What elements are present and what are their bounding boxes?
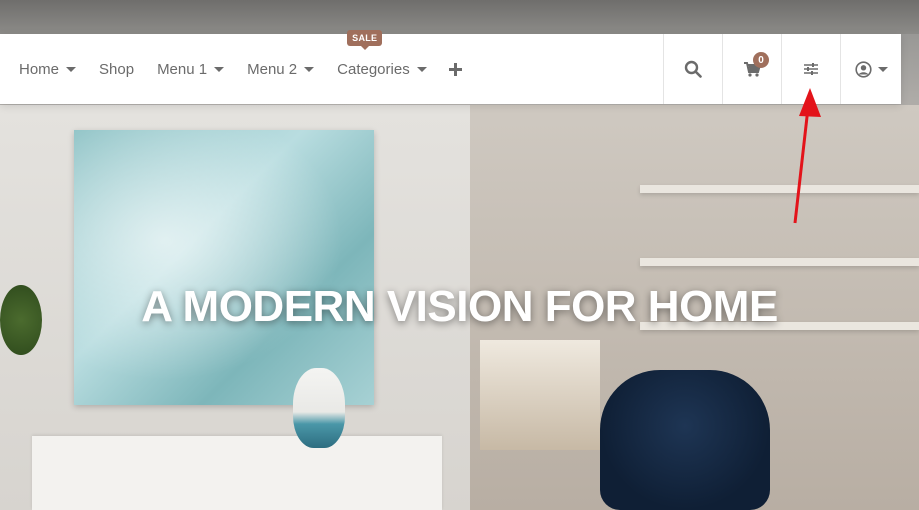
nav-item-label: Categories	[337, 60, 410, 78]
nav-item-label: Shop	[99, 60, 135, 78]
nav-item-label: Home	[19, 60, 60, 78]
cart-button[interactable]: 0	[722, 34, 781, 104]
vase	[293, 368, 345, 448]
bed	[480, 340, 600, 450]
nav-menu: Home Shop Menu 1 Menu 2 SALE Categories	[0, 30, 485, 104]
sale-badge: SALE	[347, 30, 383, 50]
chevron-down-icon	[877, 66, 888, 72]
shelf	[640, 185, 919, 193]
nav-item-label: Menu 2	[247, 60, 298, 78]
console-table	[32, 436, 442, 510]
nav-item-categories[interactable]: SALE Categories	[337, 30, 427, 104]
chevron-down-icon	[214, 66, 225, 72]
chevron-down-icon	[304, 66, 315, 72]
nav-item-menu-2[interactable]: Menu 2	[247, 34, 315, 104]
search-button[interactable]	[663, 34, 722, 104]
filter-settings-button[interactable]	[781, 34, 840, 104]
ceiling	[0, 0, 919, 34]
cart-count-badge: 0	[753, 52, 769, 68]
nav-item-home[interactable]: Home	[19, 34, 77, 104]
chevron-down-icon	[66, 66, 77, 72]
nav-item-label: Menu 1	[157, 60, 208, 78]
armchair	[600, 370, 770, 510]
chevron-down-icon	[416, 66, 427, 72]
abstract-painting	[74, 130, 374, 405]
nav-item-menu-1[interactable]: Menu 1	[157, 34, 225, 104]
user-menu-button[interactable]	[840, 34, 901, 104]
user-circle-icon	[854, 60, 872, 78]
nav-actions: 0	[663, 34, 901, 104]
nav-item-shop[interactable]: Shop	[99, 34, 134, 104]
nav-plus-button[interactable]	[448, 34, 462, 104]
shelf	[640, 258, 919, 266]
hero-title: A MODERN VISION FOR HOME	[141, 282, 778, 331]
main-navbar: Home Shop Menu 1 Menu 2 SALE Categories	[0, 30, 901, 104]
plus-icon	[448, 62, 462, 76]
sliders-icon	[804, 63, 818, 75]
search-icon	[684, 60, 702, 78]
